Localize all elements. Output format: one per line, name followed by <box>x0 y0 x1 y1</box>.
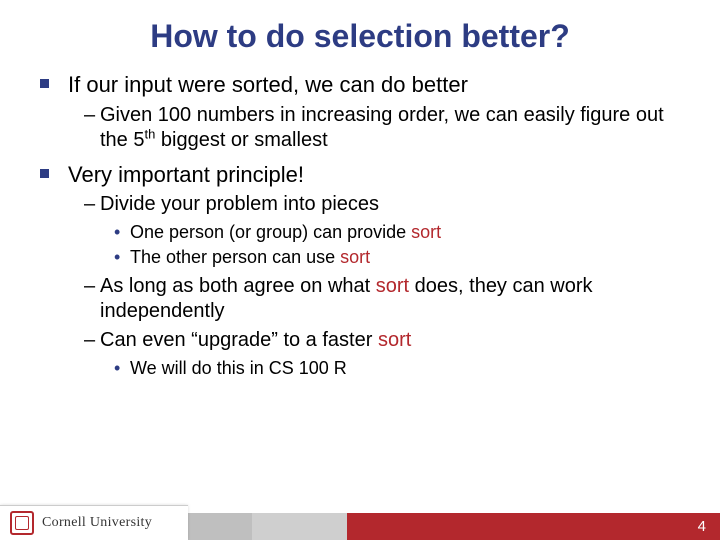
dash-bullet-icon: – <box>84 103 95 128</box>
university-seal-icon <box>10 511 34 535</box>
bullet-level3: • We will do this in CS 100 R <box>114 357 680 380</box>
dash-bullet-icon: – <box>84 328 95 353</box>
text: Given 100 numbers in increasing order, w… <box>100 104 664 151</box>
square-bullet-icon <box>40 79 49 88</box>
keyword: sort <box>411 222 441 242</box>
text: Can even “upgrade” to a faster sort <box>100 329 411 351</box>
text-part: One person (or group) can provide <box>130 222 411 242</box>
text: The other person can use sort <box>130 247 370 267</box>
text-part: biggest or smallest <box>155 129 327 151</box>
bullet-level2: – As long as both agree on what sort doe… <box>84 274 680 324</box>
slide: How to do selection better? If our input… <box>0 0 720 540</box>
keyword: sort <box>378 329 411 351</box>
footer-logo-box: Cornell University <box>0 505 188 540</box>
keyword: sort <box>376 275 409 297</box>
dot-bullet-icon: • <box>114 221 120 244</box>
text: As long as both agree on what sort does,… <box>100 275 593 322</box>
dot-bullet-icon: • <box>114 246 120 269</box>
bullet-level2: – Given 100 numbers in increasing order,… <box>84 103 680 153</box>
text: If our input were sorted, we can do bett… <box>68 72 468 97</box>
text: One person (or group) can provide sort <box>130 222 441 242</box>
text-part: Can even “upgrade” to a faster <box>100 329 378 351</box>
bullet-level1: Very important principle! <box>58 161 680 189</box>
superscript: th <box>144 126 155 141</box>
dot-bullet-icon: • <box>114 357 120 380</box>
bullet-level3: • The other person can use sort <box>114 246 680 269</box>
slide-body: If our input were sorted, we can do bett… <box>0 55 720 380</box>
text-part: The other person can use <box>130 247 340 267</box>
page-number: 4 <box>698 518 706 535</box>
footer-grey-block <box>252 513 347 540</box>
text: Divide your problem into pieces <box>100 193 379 215</box>
bullet-level2: – Can even “upgrade” to a faster sort <box>84 328 680 353</box>
bullet-level2: – Divide your problem into pieces <box>84 192 680 217</box>
slide-title: How to do selection better? <box>0 0 720 55</box>
square-bullet-icon <box>40 169 49 178</box>
text-part: As long as both agree on what <box>100 275 376 297</box>
bullet-level1: If our input were sorted, we can do bett… <box>58 71 680 99</box>
dash-bullet-icon: – <box>84 274 95 299</box>
university-name: Cornell University <box>42 515 152 531</box>
bullet-level3: • One person (or group) can provide sort <box>114 221 680 244</box>
text: We will do this in CS 100 R <box>130 358 347 378</box>
keyword: sort <box>340 247 370 267</box>
footer: Cornell University 4 <box>0 506 720 540</box>
text: Very important principle! <box>68 162 304 187</box>
footer-grey-block <box>188 513 252 540</box>
dash-bullet-icon: – <box>84 192 95 217</box>
